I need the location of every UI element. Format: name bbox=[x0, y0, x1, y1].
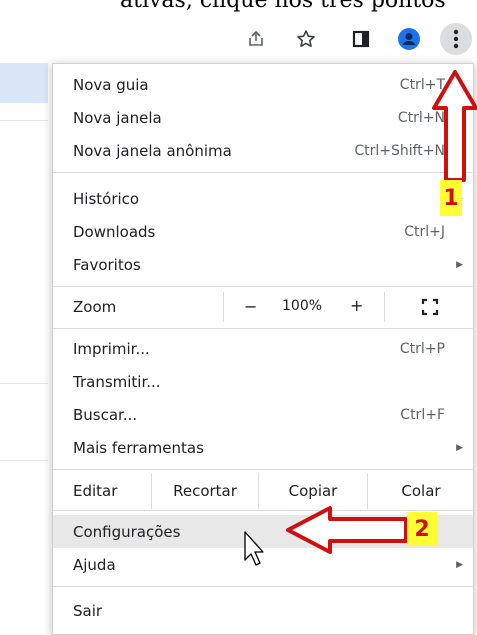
menu-separator bbox=[53, 469, 473, 470]
menu-separator bbox=[53, 510, 473, 511]
menu-item-shortcut: Ctrl+J bbox=[404, 223, 445, 240]
paste-button[interactable]: Colar bbox=[367, 473, 474, 509]
menu-item-bookmarks[interactable]: Favoritos ▶ bbox=[53, 248, 473, 281]
menu-item-cast[interactable]: Transmitir... bbox=[53, 365, 473, 398]
menu-item-label: Nova janela anônima bbox=[73, 141, 232, 160]
menu-item-label: Sair bbox=[73, 601, 103, 620]
menu-item-new-window[interactable]: Nova janela Ctrl+N bbox=[53, 101, 473, 134]
menu-separator bbox=[53, 172, 473, 173]
menu-item-shortcut: Ctrl+T bbox=[399, 76, 445, 93]
menu-item-shortcut: Ctrl+Shift+N bbox=[354, 142, 445, 159]
menu-item-label: Histórico bbox=[73, 189, 140, 208]
page-divider bbox=[0, 460, 48, 461]
step-1-badge: 1 bbox=[440, 180, 462, 216]
submenu-arrow-icon: ▶ bbox=[456, 259, 463, 270]
menu-separator bbox=[53, 586, 473, 587]
menu-separator bbox=[53, 328, 473, 329]
edit-row: Editar Recortar Copiar Colar bbox=[53, 473, 473, 509]
menu-item-exit[interactable]: Sair bbox=[53, 594, 473, 627]
cut-button[interactable]: Recortar bbox=[151, 473, 258, 509]
menu-item-new-tab[interactable]: Nova guia Ctrl+T bbox=[53, 68, 473, 101]
page-background-strip bbox=[0, 63, 48, 103]
profile-icon[interactable] bbox=[393, 23, 425, 55]
menu-item-label: Imprimir... bbox=[73, 339, 150, 358]
submenu-arrow-icon: ▶ bbox=[456, 559, 463, 570]
edit-label: Editar bbox=[73, 482, 118, 500]
zoom-out-button[interactable]: − bbox=[244, 297, 257, 316]
zoom-controls: − 100% + bbox=[223, 292, 385, 322]
side-panel-icon[interactable] bbox=[345, 23, 377, 55]
submenu-arrow-icon: ▶ bbox=[456, 442, 463, 453]
copy-button[interactable]: Copiar bbox=[258, 473, 367, 509]
browser-toolbar bbox=[0, 15, 477, 63]
menu-item-find[interactable]: Buscar... Ctrl+F bbox=[53, 398, 473, 431]
fullscreen-icon[interactable] bbox=[421, 298, 439, 320]
zoom-row: Zoom − 100% + bbox=[53, 290, 473, 326]
menu-item-label: Buscar... bbox=[73, 405, 138, 424]
kebab-menu-icon[interactable] bbox=[440, 23, 472, 55]
zoom-label: Zoom bbox=[73, 298, 117, 316]
menu-item-label: Ajuda bbox=[73, 555, 116, 574]
menu-item-shortcut: Ctrl+F bbox=[400, 406, 445, 423]
menu-item-incognito-window[interactable]: Nova janela anônima Ctrl+Shift+N bbox=[53, 134, 473, 167]
menu-item-help[interactable]: Ajuda ▶ bbox=[53, 548, 473, 581]
menu-item-label: Mais ferramentas bbox=[73, 438, 204, 457]
menu-separator bbox=[53, 286, 473, 287]
menu-item-print[interactable]: Imprimir... Ctrl+P bbox=[53, 332, 473, 365]
menu-item-label: Transmitir... bbox=[73, 372, 161, 391]
menu-item-downloads[interactable]: Downloads Ctrl+J bbox=[53, 215, 473, 248]
step-2-badge: 2 bbox=[407, 512, 437, 546]
menu-item-label: Nova janela bbox=[73, 108, 162, 127]
menu-item-label: Configurações bbox=[73, 522, 181, 541]
star-icon[interactable] bbox=[290, 23, 322, 55]
menu-item-shortcut: Ctrl+N bbox=[397, 109, 445, 126]
zoom-level: 100% bbox=[282, 298, 323, 314]
menu-item-shortcut: Ctrl+P bbox=[399, 340, 445, 357]
menu-item-label: Nova guia bbox=[73, 75, 149, 94]
menu-item-label: Downloads bbox=[73, 222, 156, 241]
menu-item-history[interactable]: Histórico ▶ bbox=[53, 182, 473, 215]
share-icon[interactable] bbox=[240, 23, 272, 55]
page-divider bbox=[0, 120, 48, 121]
zoom-in-button[interactable]: + bbox=[350, 296, 363, 315]
menu-item-more-tools[interactable]: Mais ferramentas ▶ bbox=[53, 431, 473, 464]
menu-item-label: Favoritos bbox=[73, 255, 141, 274]
chrome-menu: Nova guia Ctrl+T Nova janela Ctrl+N Nova… bbox=[52, 63, 474, 635]
page-divider bbox=[0, 383, 48, 384]
caption-text: ativas, clique nos tres pontos bbox=[120, 0, 446, 13]
